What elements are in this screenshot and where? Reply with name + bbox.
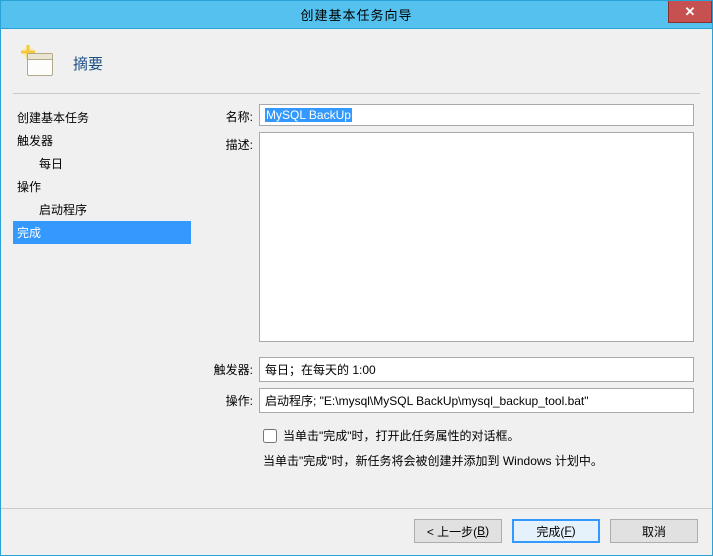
wizard-body: 创建基本任务 触发器 每日 操作 启动程序 完成 名称: MySQL BackU… [1,94,712,508]
description-input[interactable] [259,132,694,342]
wizard-step-nav: 创建基本任务 触发器 每日 操作 启动程序 完成 [13,94,191,508]
close-icon: ✕ [685,4,696,20]
label-action: 操作: [205,388,259,409]
name-input-value: MySQL BackUp [265,108,352,122]
row-action: 操作: 启动程序; "E:\mysql\MySQL BackUp\mysql_b… [205,388,694,413]
wizard-footer: < 上一步(B) 完成(F) 取消 [1,508,712,555]
row-trigger: 触发器: 每日；在每天的 1:00 [205,357,694,382]
summary-form: 名称: MySQL BackUp 描述: 触发器: 每日；在每天的 1:00 [191,94,700,508]
window-title: 创建基本任务向导 [1,5,712,24]
row-open-properties: 当单击"完成"时，打开此任务属性的对话框。 [263,427,694,444]
wizard-header: 摘要 [1,29,712,89]
close-button[interactable]: ✕ [668,1,712,23]
nav-item-daily[interactable]: 每日 [13,152,191,175]
nav-item-start-program[interactable]: 启动程序 [13,198,191,221]
nav-item-create-basic-task[interactable]: 创建基本任务 [13,106,191,129]
row-name: 名称: MySQL BackUp [205,104,694,126]
trigger-display: 每日；在每天的 1:00 [259,357,694,382]
wizard-step-title: 摘要 [73,53,103,74]
finish-hint: 当单击"完成"时，新任务将会被创建并添加到 Windows 计划中。 [263,452,694,469]
row-description: 描述: [205,132,694,345]
label-trigger: 触发器: [205,357,259,378]
open-properties-checkbox[interactable] [263,429,277,443]
name-input[interactable]: MySQL BackUp [259,104,694,126]
nav-item-action[interactable]: 操作 [13,175,191,198]
label-name: 名称: [205,104,259,125]
cancel-button[interactable]: 取消 [610,519,698,543]
title-bar: 创建基本任务向导 ✕ [1,1,712,29]
nav-item-trigger[interactable]: 触发器 [13,129,191,152]
task-wizard-icon [23,47,57,79]
action-display: 启动程序; "E:\mysql\MySQL BackUp\mysql_backu… [259,388,694,413]
nav-item-finish[interactable]: 完成 [13,221,191,244]
wizard-window: 创建基本任务向导 ✕ 摘要 创建基本任务 触发器 每日 操作 启动程序 完成 名… [0,0,713,556]
label-description: 描述: [205,132,259,153]
open-properties-label: 当单击"完成"时，打开此任务属性的对话框。 [283,427,520,444]
back-button[interactable]: < 上一步(B) [414,519,502,543]
finish-button[interactable]: 完成(F) [512,519,600,543]
